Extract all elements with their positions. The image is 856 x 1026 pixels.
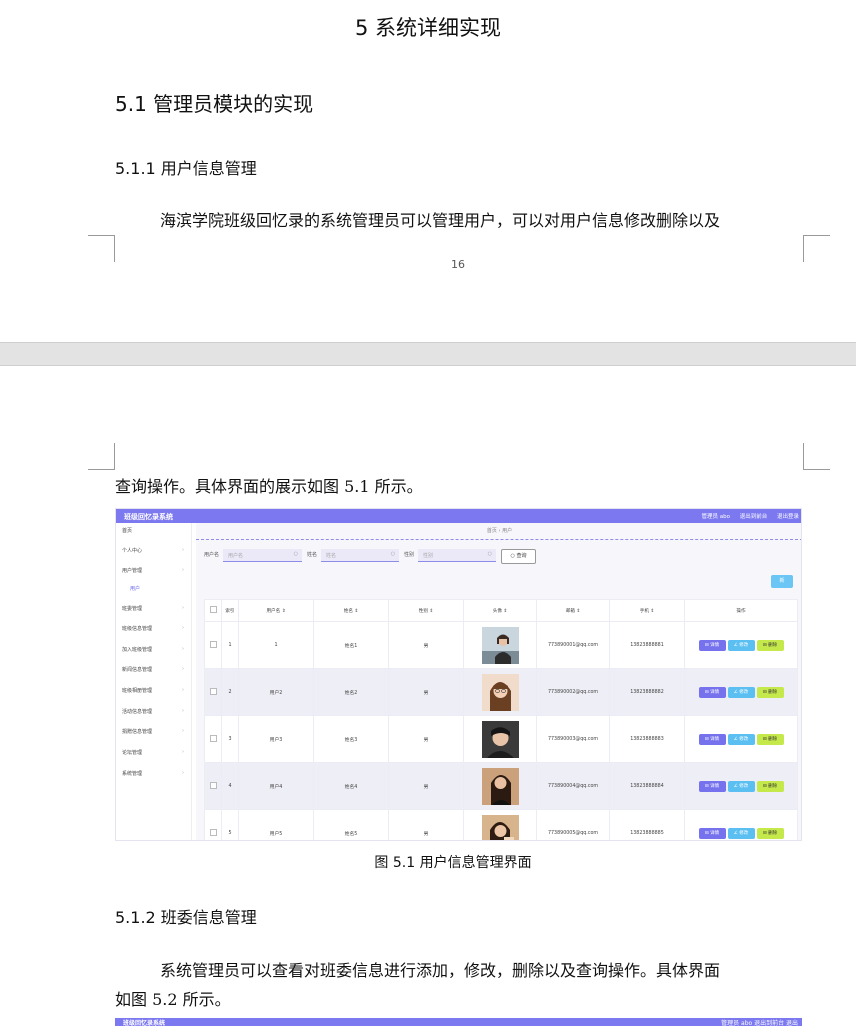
sidebar-item-class-info[interactable]: 班级信息管理 › xyxy=(122,625,184,632)
paragraph: 海滨学院班级回忆录的系统管理员可以管理用户，可以对用户信息修改删除以及 xyxy=(160,211,721,230)
app-topbar: 班级回忆录系统 管理员 abo 退出到前台 退出登录 xyxy=(116,509,801,523)
sidebar-item-committee[interactable]: 班委管理 › xyxy=(122,605,184,612)
table-row: 5 用户5 姓名5 男 773890005@qq.com 13823888885… xyxy=(204,809,798,840)
sidebar-item-system[interactable]: 系统管理 › xyxy=(122,770,184,777)
user-table: 索引 用户名 ⇕ 姓名 ⇕ 性别 ⇕ 头像 ⇕ 邮箱 ⇕ 手机 ⇕ 操作 1 1… xyxy=(204,599,798,840)
sidebar-item-profile[interactable]: 个人中心 › xyxy=(122,547,184,554)
sidebar-item-home[interactable]: 首页 xyxy=(122,527,184,534)
row-checkbox xyxy=(209,687,217,695)
front-link[interactable]: 退出到前台 xyxy=(740,514,768,520)
delete-button[interactable]: ⊟ 删除 xyxy=(756,639,784,651)
figure-screenshot: 班级回忆录系统 管理员 abo 退出到前台 退出登录 首页 个人中心 › 用户管理… xyxy=(115,508,802,841)
edit-button[interactable]: ∠ 修改 xyxy=(727,639,755,651)
chapter-title: 5 系统详细实现 xyxy=(354,16,502,40)
col-actions: 操作 xyxy=(684,599,798,622)
view-button[interactable]: ⊟ 详情 xyxy=(698,639,726,651)
sidebar-item-users[interactable]: 用户管理 › xyxy=(122,567,184,574)
page-gap xyxy=(0,342,856,366)
col-index: 索引 xyxy=(221,599,239,622)
avatar xyxy=(481,720,519,758)
breadcrumb: 首页 › 用户 xyxy=(196,527,801,540)
admin-label: 管理员 abo xyxy=(701,514,730,520)
search-icon: ○ xyxy=(293,551,298,557)
app-brand: 班级回忆录系统 xyxy=(124,513,173,521)
sidebar-item-album[interactable]: 班级相册管理 › xyxy=(122,687,184,694)
username-input[interactable]: 用户名 ○ xyxy=(223,549,302,562)
sidebar-item-news[interactable]: 新闻信息管理 › xyxy=(122,666,184,673)
edit-button[interactable]: ∠ 修改 xyxy=(727,686,755,698)
col-avatar[interactable]: 头像 ⇕ xyxy=(463,599,537,622)
sidebar-item-forum[interactable]: 论坛管理 › xyxy=(122,749,184,756)
figure-caption: 图 5.1 用户信息管理界面 xyxy=(374,855,532,871)
logout-link[interactable]: 退出登录 xyxy=(777,514,799,520)
table-row: 4 用户4 姓名4 男 773890004@qq.com 13823888884… xyxy=(204,762,798,810)
sidebar-item-join-class[interactable]: 加入班级管理 › xyxy=(122,646,184,653)
view-button[interactable]: ⊟ 详情 xyxy=(698,827,726,839)
topbar-links: 管理员 abo 退出到前台 退出登录 xyxy=(693,512,799,520)
sidebar-subitem-user[interactable]: 用户 xyxy=(130,585,192,592)
name-input[interactable]: 姓名 ○ xyxy=(321,549,399,562)
edit-button[interactable]: ∠ 修改 xyxy=(727,780,755,792)
col-gender[interactable]: 性别 ⇕ xyxy=(388,599,464,622)
sidebar: 首页 个人中心 › 用户管理 › 用户 班委管理 › 班级信息管理 › 加入班级管理 › … xyxy=(116,523,192,840)
avatar xyxy=(481,626,519,664)
username-label: 用户名 xyxy=(204,552,220,558)
row-checkbox xyxy=(209,781,217,789)
subsection-heading: 5.1.1 用户信息管理 xyxy=(115,159,257,178)
delete-button[interactable]: ⊟ 删除 xyxy=(756,827,784,839)
view-button[interactable]: ⊟ 详情 xyxy=(698,686,726,698)
sidebar-item-activity[interactable]: 活动信息管理 › xyxy=(122,708,184,715)
avatar xyxy=(481,673,519,711)
view-button[interactable]: ⊟ 详情 xyxy=(698,780,726,792)
search-icon: ○ xyxy=(487,551,492,557)
query-button[interactable]: ○ 查询 xyxy=(501,549,536,564)
row-checkbox xyxy=(209,640,217,648)
paragraph: 如图 5.2 所示。 xyxy=(115,990,231,1009)
col-check[interactable] xyxy=(204,599,222,622)
sidebar-item-donation[interactable]: 捐赠信息管理 › xyxy=(122,728,184,735)
section-heading: 5.1 管理员模块的实现 xyxy=(115,92,314,116)
avatar xyxy=(481,814,519,840)
col-username[interactable]: 用户名 ⇕ xyxy=(238,599,314,622)
add-button[interactable]: 新 xyxy=(771,575,793,588)
crop-mark xyxy=(803,443,830,470)
view-button[interactable]: ⊟ 详情 xyxy=(698,733,726,745)
table-row: 1 1 姓名1 男 773890001@qq.com 13823888881 ⊟… xyxy=(204,621,798,669)
col-email[interactable]: 邮箱 ⇕ xyxy=(536,599,610,622)
page-number: 16 xyxy=(451,258,465,271)
delete-button[interactable]: ⊟ 删除 xyxy=(756,733,784,745)
gender-label: 性别 xyxy=(404,552,415,558)
table-row: 2 用户2 姓名2 男 773890002@qq.com 13823888882… xyxy=(204,668,798,716)
delete-button[interactable]: ⊟ 删除 xyxy=(756,780,784,792)
table-header: 索引 用户名 ⇕ 姓名 ⇕ 性别 ⇕ 头像 ⇕ 邮箱 ⇕ 手机 ⇕ 操作 xyxy=(204,599,798,622)
name-label: 姓名 xyxy=(307,552,318,558)
paragraph: 系统管理员可以查看对班委信息进行添加，修改，删除以及查询操作。具体界面 xyxy=(160,961,721,980)
crop-mark xyxy=(88,443,115,470)
avatar xyxy=(481,767,519,805)
edit-button[interactable]: ∠ 修改 xyxy=(727,733,755,745)
gender-input[interactable]: 性别 ○ xyxy=(418,549,496,562)
col-phone[interactable]: 手机 ⇕ xyxy=(609,599,685,622)
col-name[interactable]: 姓名 ⇕ xyxy=(313,599,389,622)
paragraph: 查询操作。具体界面的展示如图 5.1 所示。 xyxy=(115,477,423,496)
search-icon: ○ xyxy=(390,551,395,557)
subsection-heading: 5.1.2 班委信息管理 xyxy=(115,908,257,927)
row-checkbox xyxy=(209,828,217,836)
table-row: 3 用户3 姓名3 男 773890003@qq.com 13823888883… xyxy=(204,715,798,763)
edit-button[interactable]: ∠ 修改 xyxy=(727,827,755,839)
delete-button[interactable]: ⊟ 删除 xyxy=(756,686,784,698)
row-checkbox xyxy=(209,734,217,742)
main-panel: 首页 › 用户 用户名 用户名 ○ 姓名 姓名 ○ 性别 性别 ○ ○ 查询 新 索引… xyxy=(196,523,801,840)
